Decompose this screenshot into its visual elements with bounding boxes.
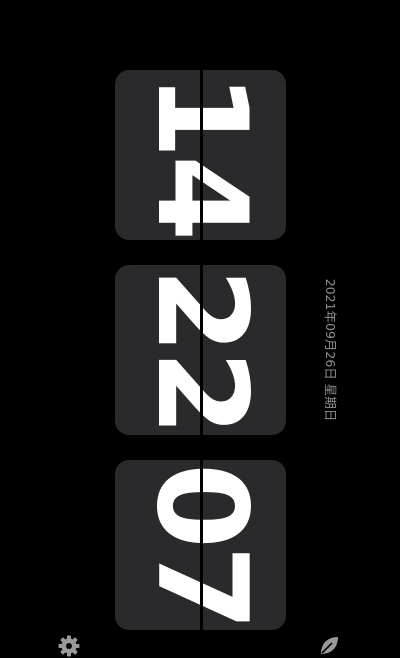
date-label: 2021年09月26日 星期日 [323, 278, 338, 422]
flip-divider [200, 460, 203, 630]
hours-card[interactable]: 14 [115, 70, 286, 240]
flip-divider [200, 70, 203, 240]
gear-icon[interactable] [57, 634, 81, 658]
flip-clock: 14 22 07 2021年09月26日 星期日 [0, 0, 400, 657]
leaf-icon[interactable] [317, 634, 341, 658]
minutes-card[interactable]: 22 [115, 265, 286, 435]
seconds-card[interactable]: 07 [115, 460, 286, 630]
flip-divider [200, 265, 203, 435]
